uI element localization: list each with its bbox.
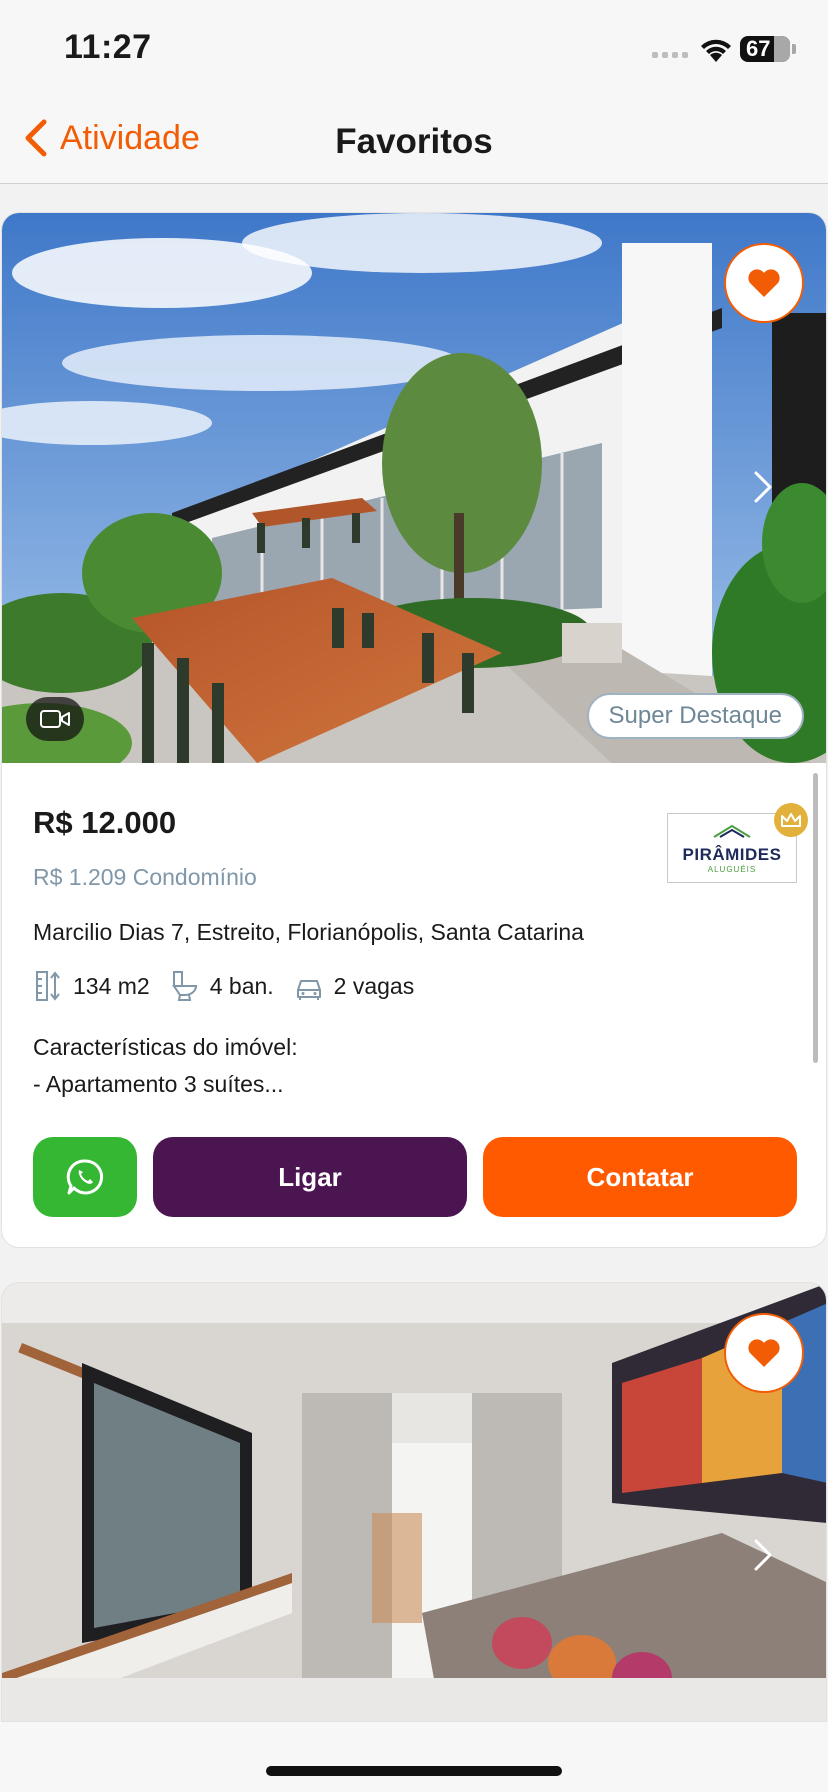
crown-icon: [781, 813, 801, 827]
video-icon: [40, 710, 70, 728]
listing-address: Marcilio Dias 7, Estreito, Florianópolis…: [33, 919, 584, 945]
area-value: 134 m2: [73, 972, 150, 999]
whatsapp-icon: [66, 1159, 104, 1195]
listing-features: 134 m2 4 ban. 2 vagas: [33, 969, 434, 1003]
listing-card[interactable]: [1, 1282, 827, 1722]
listing-photo[interactable]: Super Destaque: [2, 213, 826, 763]
listing-actions: Ligar Contatar: [33, 1137, 797, 1217]
chevron-right-icon: [754, 1539, 772, 1571]
bottom-safe-area: [0, 1722, 828, 1792]
agency-logo-mark: [713, 824, 751, 838]
home-indicator[interactable]: [266, 1766, 562, 1776]
next-photo-button[interactable]: [748, 1535, 778, 1575]
contact-button[interactable]: Contatar: [483, 1137, 797, 1217]
super-destaque-badge: Super Destaque: [586, 693, 804, 739]
description-snippet: - Apartamento 3 suítes...: [33, 1071, 284, 1097]
listing-photo[interactable]: [2, 1283, 826, 1721]
next-photo-button[interactable]: [748, 467, 778, 507]
car-icon: [296, 980, 321, 1000]
battery-tip: [792, 44, 796, 54]
listing-photo-image: [2, 1283, 826, 1721]
bathrooms-feature: 4 ban.: [170, 970, 274, 1002]
status-time: 11:27: [64, 28, 152, 66]
wifi-icon: [701, 39, 731, 62]
battery-icon: 67: [740, 36, 790, 62]
heart-icon: [748, 269, 780, 297]
video-button[interactable]: [26, 697, 84, 741]
agency-name: PIRÂMIDES: [682, 844, 782, 864]
toilet-icon: [171, 971, 197, 1001]
status-bar: 11:27 67: [0, 0, 828, 100]
call-button[interactable]: Ligar: [153, 1137, 467, 1217]
heart-icon: [748, 1339, 780, 1367]
parking-value: 2 vagas: [333, 972, 415, 999]
whatsapp-button[interactable]: [33, 1137, 137, 1217]
listing-price: R$ 12.000: [33, 805, 177, 840]
bathrooms-value: 4 ban.: [209, 972, 274, 999]
page-title: Favoritos: [335, 122, 493, 161]
description-title: Características do imóvel:: [33, 1034, 298, 1060]
favorite-button[interactable]: [724, 1313, 804, 1393]
listing-card[interactable]: Super Destaque R$ 12.000 R$ 1.209 Condom…: [1, 212, 827, 1248]
scroll-indicator: [813, 773, 818, 1063]
cellular-signal-icon: [652, 52, 688, 58]
agency-subtitle: ALUGUÉIS: [707, 864, 757, 874]
condo-fee: R$ 1.209 Condomínio: [33, 864, 257, 890]
listing-photo-image: [2, 213, 826, 763]
navigation-bar: Atividade Favoritos: [0, 100, 828, 184]
ruler-icon: [36, 971, 60, 1001]
chevron-right-icon: [754, 471, 772, 503]
battery-level: 67: [746, 36, 771, 61]
favorite-button[interactable]: [724, 243, 804, 323]
premium-badge: [774, 803, 808, 837]
area-feature: 134 m2: [33, 970, 150, 1002]
parking-feature: 2 vagas: [294, 970, 415, 1002]
